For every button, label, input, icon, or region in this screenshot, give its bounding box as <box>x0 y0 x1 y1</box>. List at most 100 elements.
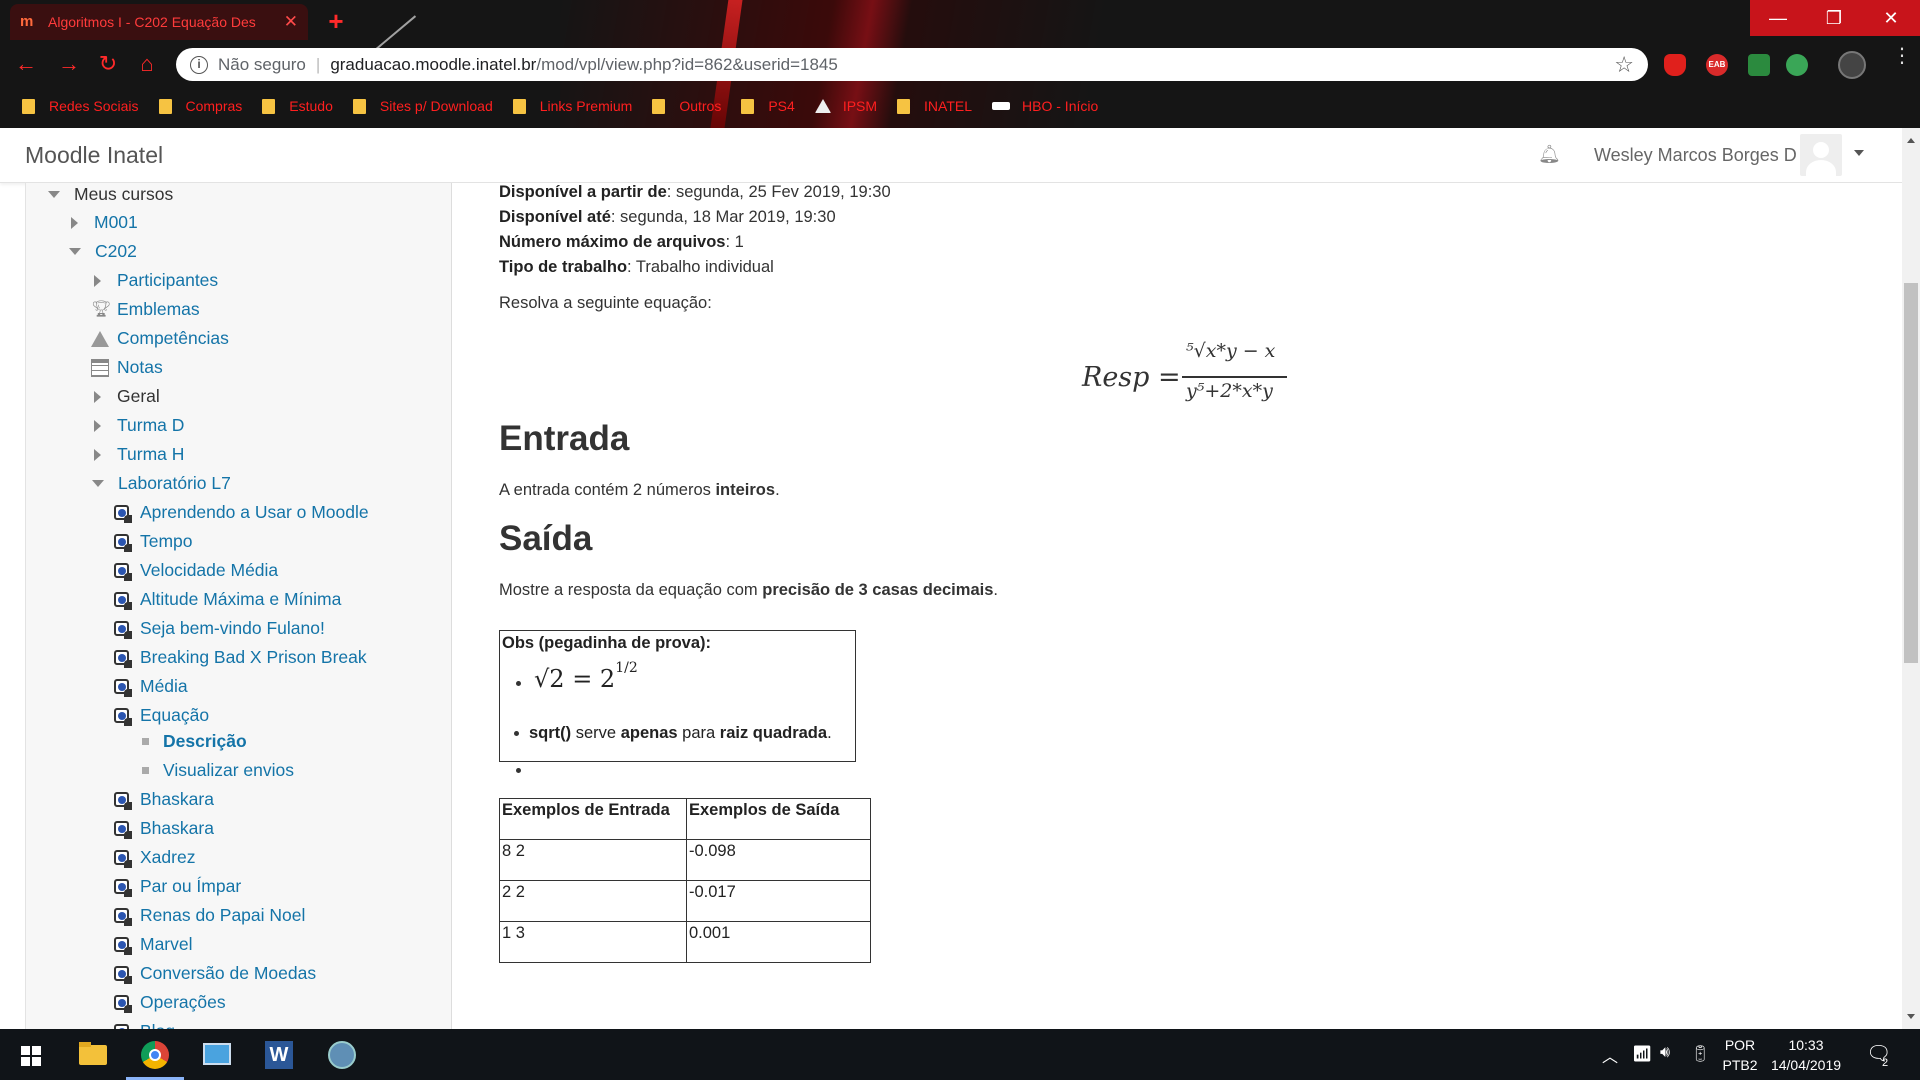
close-tab-icon[interactable]: ✕ <box>284 12 298 32</box>
bookmark-item[interactable]: Outros <box>652 98 721 114</box>
user-avatar[interactable] <box>1800 134 1842 176</box>
meta-label: Disponível a partir de <box>499 183 667 201</box>
home-icon[interactable]: ⌂ <box>133 50 161 78</box>
bookmark-item[interactable]: Compras <box>158 98 242 114</box>
vpl-activity-icon <box>112 648 132 668</box>
bookmark-item[interactable]: HBO - Início <box>992 98 1098 114</box>
tree-activity[interactable]: Renas do Papai Noel <box>112 905 305 926</box>
moodle-navbar: Moodle Inatel 🔔︎ Wesley Marcos Borges D <box>0 128 1902 183</box>
folder-icon <box>352 98 366 114</box>
tree-label: Bhaskara <box>140 789 214 809</box>
tree-activity[interactable]: Xadrez <box>112 847 195 868</box>
tree-section-laboratorio[interactable]: Laboratório L7 <box>92 473 231 494</box>
tree-activity[interactable]: Média <box>112 676 188 697</box>
vpl-activity-icon <box>112 993 132 1013</box>
bookmark-item[interactable]: INATEL <box>897 98 972 114</box>
bookmark-item[interactable]: Links Premium <box>512 98 633 114</box>
tree-activity[interactable]: Equação <box>112 705 209 726</box>
browser-menu-icon[interactable]: ⋮ <box>1892 46 1912 66</box>
tree-badges[interactable]: 🏆︎ Emblemas <box>91 299 200 320</box>
bookmark-item[interactable]: PS4 <box>741 98 795 114</box>
bullet-icon <box>516 768 521 773</box>
tree-activity[interactable]: Tempo <box>112 531 193 552</box>
tree-competencies[interactable]: Competências <box>91 328 229 349</box>
counter-extension-icon[interactable] <box>1748 54 1770 76</box>
tree-label: Blog <box>140 1021 175 1029</box>
keyboard-language[interactable]: POR PTB2 <box>1720 1035 1760 1075</box>
site-brand-link[interactable]: Moodle Inatel <box>25 142 163 169</box>
word-icon[interactable]: W <box>260 1037 298 1073</box>
bookmark-item[interactable]: Sites p/ Download <box>352 98 493 114</box>
bookmark-label: Links Premium <box>539 98 633 114</box>
address-bar[interactable]: i Não seguro | graduacao.moodle.inatel.b… <box>176 48 1648 81</box>
clock-date: 14/04/2019 <box>1770 1057 1842 1073</box>
eab-extension-icon[interactable]: EAB <box>1706 54 1728 76</box>
tree-activity[interactable]: Altitude Máxima e Mínima <box>112 589 341 610</box>
tree-sub-descricao[interactable]: Descrição <box>142 731 247 752</box>
tree-sub-visualizar-envios[interactable]: Visualizar envios <box>142 760 294 781</box>
tree-my-courses[interactable]: Meus cursos <box>48 184 173 205</box>
volume-icon[interactable]: 🔊︎ <box>1660 1044 1670 1062</box>
tree-participants[interactable]: Participantes <box>94 270 218 291</box>
tree-activity[interactable]: Blog <box>112 1021 175 1029</box>
tree-activity[interactable]: Marvel <box>112 934 193 955</box>
close-window-button[interactable]: ✕ <box>1862 0 1920 36</box>
bookmark-item[interactable]: IPSM <box>814 98 877 114</box>
tree-section-turma-h[interactable]: Turma H <box>94 444 184 465</box>
new-tab-button[interactable]: + <box>320 8 352 36</box>
tree-activity[interactable]: Bhaskara <box>112 789 214 810</box>
bookmark-star-icon[interactable]: ☆ <box>1614 52 1634 78</box>
scroll-down-icon[interactable] <box>1907 1014 1915 1019</box>
folder-icon <box>652 98 666 114</box>
caret-right-icon <box>94 390 101 403</box>
tree-activity[interactable]: Operações <box>112 992 226 1013</box>
adblock-extension-icon[interactable] <box>1664 54 1686 76</box>
tree-section-turma-d[interactable]: Turma D <box>94 415 184 436</box>
colorful-extension-icon[interactable] <box>1786 54 1808 76</box>
forward-arrow-icon[interactable]: → <box>55 50 83 78</box>
caret-down-icon <box>92 480 104 487</box>
minimize-window-button[interactable]: — <box>1750 0 1806 36</box>
tree-activity[interactable]: Breaking Bad X Prison Break <box>112 647 367 668</box>
tree-activity[interactable]: Velocidade Média <box>112 560 278 581</box>
restore-window-button[interactable]: ❐ <box>1806 0 1862 36</box>
input-description: A entrada contém 2 números inteiros. <box>499 481 780 500</box>
table-cell: -0.098 <box>686 839 871 881</box>
control-panel-icon[interactable] <box>198 1037 236 1073</box>
tree-activity[interactable]: Par ou Ímpar <box>112 876 241 897</box>
scroll-up-icon[interactable] <box>1907 138 1915 143</box>
tree-course-c202[interactable]: C202 <box>69 241 137 262</box>
browser-chrome: m Algoritmos I - C202 Equação Des ✕ + — … <box>0 0 1920 128</box>
tree-activity[interactable]: Aprendendo a Usar o Moodle <box>112 502 369 523</box>
battery-icon[interactable]: 🔋︎ <box>1690 1044 1710 1064</box>
tree-activity[interactable]: Conversão de Moedas <box>112 963 316 984</box>
bookmark-item[interactable]: Redes Sociais <box>22 98 139 114</box>
scrollbar-thumb[interactable] <box>1904 283 1918 663</box>
file-explorer-icon[interactable] <box>75 1037 113 1073</box>
tray-expand-icon[interactable]: ︿ <box>1602 1043 1618 1067</box>
windows-start-icon[interactable] <box>12 1037 50 1073</box>
reload-icon[interactable]: ↻ <box>94 50 122 78</box>
tree-grades[interactable]: Notas <box>91 357 163 378</box>
vpl-activity-icon <box>112 935 132 955</box>
user-menu-caret-icon[interactable] <box>1854 150 1864 156</box>
obs-studio-icon[interactable] <box>322 1037 360 1073</box>
bookmark-item[interactable]: Estudo <box>262 98 333 114</box>
folder-icon <box>741 98 755 114</box>
intro-text: Resolva a seguinte equação: <box>499 294 712 312</box>
user-name[interactable]: Wesley Marcos Borges D <box>1594 145 1797 166</box>
browser-tab-active[interactable]: m Algoritmos I - C202 Equação Des ✕ <box>10 4 308 40</box>
chrome-icon[interactable] <box>136 1037 174 1073</box>
tree-activity[interactable]: Bhaskara <box>112 818 214 839</box>
tree-section-geral[interactable]: Geral <box>94 386 160 407</box>
page-scrollbar[interactable] <box>1902 128 1920 1029</box>
notification-bell-icon[interactable]: 🔔︎ <box>1538 144 1561 166</box>
tree-activity[interactable]: Seja bem-vindo Fulano! <box>112 618 325 639</box>
info-icon[interactable]: i <box>190 55 208 74</box>
profile-avatar-icon[interactable] <box>1838 51 1866 79</box>
system-clock[interactable]: 10:33 14/04/2019 <box>1766 1035 1846 1075</box>
tree-course-m001[interactable]: M001 <box>71 212 138 233</box>
network-icon[interactable]: 📶︎ <box>1632 1044 1652 1064</box>
back-arrow-icon[interactable]: ← <box>12 50 40 78</box>
tree-label: Turma H <box>117 444 185 464</box>
